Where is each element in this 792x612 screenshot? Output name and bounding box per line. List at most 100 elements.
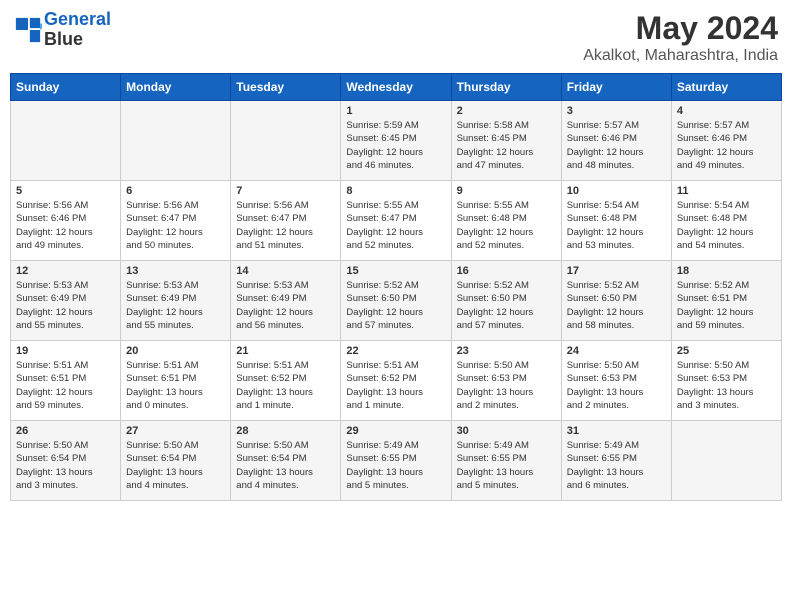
day-number: 31 [567, 425, 666, 437]
day-info: Sunrise: 5:51 AM Sunset: 6:51 PM Dayligh… [16, 359, 115, 412]
calendar-cell: 18Sunrise: 5:52 AM Sunset: 6:51 PM Dayli… [671, 261, 781, 341]
calendar-cell: 19 Sunrise: 5:51 AM Sunset: 6:51 PM Dayli… [11, 341, 121, 421]
calendar-cell [671, 421, 781, 501]
logo-line1: General [44, 9, 111, 29]
day-number: 7 [236, 185, 335, 197]
day-number: 19 [16, 345, 115, 357]
calendar-cell: 8 Sunrise: 5:55 AM Sunset: 6:47 PM Daylig… [341, 181, 451, 261]
day-info: Sunrise: 5:50 AM Sunset: 6:53 PM Dayligh… [677, 359, 776, 412]
day-number: 28 [236, 425, 335, 437]
day-info: Sunrise: 5:49 AM Sunset: 6:55 PM Dayligh… [346, 439, 445, 492]
title-block: May 2024 Akalkot, Maharashtra, India [583, 10, 778, 65]
calendar-cell: 22 Sunrise: 5:51 AM Sunset: 6:52 PM Dayli… [341, 341, 451, 421]
page-header: General Blue May 2024 Akalkot, Maharasht… [10, 10, 782, 65]
calendar-cell [121, 101, 231, 181]
day-number: 23 [457, 345, 556, 357]
header-cell-saturday: Saturday [671, 74, 781, 101]
calendar-table: SundayMondayTuesdayWednesdayThursdayFrid… [10, 73, 782, 501]
header-cell-thursday: Thursday [451, 74, 561, 101]
logo-line2: Blue [44, 30, 111, 50]
calendar-cell: 5Sunrise: 5:56 AM Sunset: 6:46 PM Daylig… [11, 181, 121, 261]
day-number: 29 [346, 425, 445, 437]
day-number: 1 [346, 105, 445, 117]
calendar-week-5: 26 Sunrise: 5:50 AM Sunset: 6:54 PM Dayli… [11, 421, 782, 501]
calendar-cell: 14Sunrise: 5:53 AM Sunset: 6:49 PM Dayli… [231, 261, 341, 341]
calendar-cell: 21 Sunrise: 5:51 AM Sunset: 6:52 PM Dayli… [231, 341, 341, 421]
day-number: 21 [236, 345, 335, 357]
day-number: 6 [126, 185, 225, 197]
calendar-cell: 2Sunrise: 5:58 AM Sunset: 6:45 PM Daylig… [451, 101, 561, 181]
calendar-week-2: 5Sunrise: 5:56 AM Sunset: 6:46 PM Daylig… [11, 181, 782, 261]
calendar-week-4: 19 Sunrise: 5:51 AM Sunset: 6:51 PM Dayli… [11, 341, 782, 421]
day-number: 14 [236, 265, 335, 277]
calendar-cell: 12 Sunrise: 5:53 AM Sunset: 6:49 PM Dayli… [11, 261, 121, 341]
day-info: Sunrise: 5:54 AM Sunset: 6:48 PM Dayligh… [677, 199, 776, 252]
day-number: 15 [346, 265, 445, 277]
calendar-week-3: 12 Sunrise: 5:53 AM Sunset: 6:49 PM Dayli… [11, 261, 782, 341]
day-info: Sunrise: 5:53 AM Sunset: 6:49 PM Dayligh… [16, 279, 115, 332]
calendar-cell: 9Sunrise: 5:55 AM Sunset: 6:48 PM Daylig… [451, 181, 561, 261]
day-info: Sunrise: 5:50 AM Sunset: 6:54 PM Dayligh… [236, 439, 335, 492]
header-cell-friday: Friday [561, 74, 671, 101]
day-info: Sunrise: 5:49 AM Sunset: 6:55 PM Dayligh… [567, 439, 666, 492]
calendar-cell: 4 Sunrise: 5:57 AM Sunset: 6:46 PM Daylig… [671, 101, 781, 181]
day-number: 12 [16, 265, 115, 277]
day-number: 20 [126, 345, 225, 357]
calendar-cell: 23 Sunrise: 5:50 AM Sunset: 6:53 PM Dayli… [451, 341, 561, 421]
calendar-cell: 27Sunrise: 5:50 AM Sunset: 6:54 PM Dayli… [121, 421, 231, 501]
day-info: Sunrise: 5:56 AM Sunset: 6:46 PM Dayligh… [16, 199, 115, 252]
day-info: Sunrise: 5:51 AM Sunset: 6:52 PM Dayligh… [236, 359, 335, 412]
logo-text: General Blue [44, 10, 111, 50]
calendar-cell: 28 Sunrise: 5:50 AM Sunset: 6:54 PM Dayli… [231, 421, 341, 501]
day-info: Sunrise: 5:58 AM Sunset: 6:45 PM Dayligh… [457, 119, 556, 172]
day-number: 13 [126, 265, 225, 277]
calendar-cell: 7 Sunrise: 5:56 AM Sunset: 6:47 PM Daylig… [231, 181, 341, 261]
calendar-cell: 29 Sunrise: 5:49 AM Sunset: 6:55 PM Dayli… [341, 421, 451, 501]
day-number: 10 [567, 185, 666, 197]
calendar-body: 1Sunrise: 5:59 AM Sunset: 6:45 PM Daylig… [11, 101, 782, 501]
calendar-cell: 6Sunrise: 5:56 AM Sunset: 6:47 PM Daylig… [121, 181, 231, 261]
calendar-cell: 25 Sunrise: 5:50 AM Sunset: 6:53 PM Dayli… [671, 341, 781, 421]
day-info: Sunrise: 5:52 AM Sunset: 6:50 PM Dayligh… [567, 279, 666, 332]
calendar-cell: 13Sunrise: 5:53 AM Sunset: 6:49 PM Dayli… [121, 261, 231, 341]
day-info: Sunrise: 5:57 AM Sunset: 6:46 PM Dayligh… [567, 119, 666, 172]
day-number: 24 [567, 345, 666, 357]
calendar-cell: 10Sunrise: 5:54 AM Sunset: 6:48 PM Dayli… [561, 181, 671, 261]
day-info: Sunrise: 5:55 AM Sunset: 6:47 PM Dayligh… [346, 199, 445, 252]
main-title: May 2024 [583, 10, 778, 47]
day-info: Sunrise: 5:52 AM Sunset: 6:50 PM Dayligh… [346, 279, 445, 332]
header-cell-wednesday: Wednesday [341, 74, 451, 101]
day-number: 25 [677, 345, 776, 357]
day-number: 18 [677, 265, 776, 277]
calendar-cell: 30Sunrise: 5:49 AM Sunset: 6:55 PM Dayli… [451, 421, 561, 501]
day-number: 22 [346, 345, 445, 357]
calendar-cell: 20 Sunrise: 5:51 AM Sunset: 6:51 PM Dayli… [121, 341, 231, 421]
calendar-week-1: 1Sunrise: 5:59 AM Sunset: 6:45 PM Daylig… [11, 101, 782, 181]
logo-icon [14, 16, 42, 44]
day-info: Sunrise: 5:50 AM Sunset: 6:53 PM Dayligh… [457, 359, 556, 412]
subtitle: Akalkot, Maharashtra, India [583, 47, 778, 65]
calendar-cell: 3Sunrise: 5:57 AM Sunset: 6:46 PM Daylig… [561, 101, 671, 181]
day-info: Sunrise: 5:56 AM Sunset: 6:47 PM Dayligh… [236, 199, 335, 252]
day-number: 26 [16, 425, 115, 437]
day-info: Sunrise: 5:50 AM Sunset: 6:54 PM Dayligh… [16, 439, 115, 492]
header-cell-sunday: Sunday [11, 74, 121, 101]
day-number: 4 [677, 105, 776, 117]
header-cell-tuesday: Tuesday [231, 74, 341, 101]
calendar-cell [231, 101, 341, 181]
day-number: 11 [677, 185, 776, 197]
calendar-cell: 31 Sunrise: 5:49 AM Sunset: 6:55 PM Dayli… [561, 421, 671, 501]
day-number: 8 [346, 185, 445, 197]
calendar-cell [11, 101, 121, 181]
header-cell-monday: Monday [121, 74, 231, 101]
calendar-cell: 16Sunrise: 5:52 AM Sunset: 6:50 PM Dayli… [451, 261, 561, 341]
day-info: Sunrise: 5:51 AM Sunset: 6:52 PM Dayligh… [346, 359, 445, 412]
logo: General Blue [14, 10, 111, 50]
day-info: Sunrise: 5:55 AM Sunset: 6:48 PM Dayligh… [457, 199, 556, 252]
day-number: 16 [457, 265, 556, 277]
day-info: Sunrise: 5:51 AM Sunset: 6:51 PM Dayligh… [126, 359, 225, 412]
day-info: Sunrise: 5:50 AM Sunset: 6:53 PM Dayligh… [567, 359, 666, 412]
day-info: Sunrise: 5:57 AM Sunset: 6:46 PM Dayligh… [677, 119, 776, 172]
day-info: Sunrise: 5:49 AM Sunset: 6:55 PM Dayligh… [457, 439, 556, 492]
calendar-cell: 15 Sunrise: 5:52 AM Sunset: 6:50 PM Dayli… [341, 261, 451, 341]
